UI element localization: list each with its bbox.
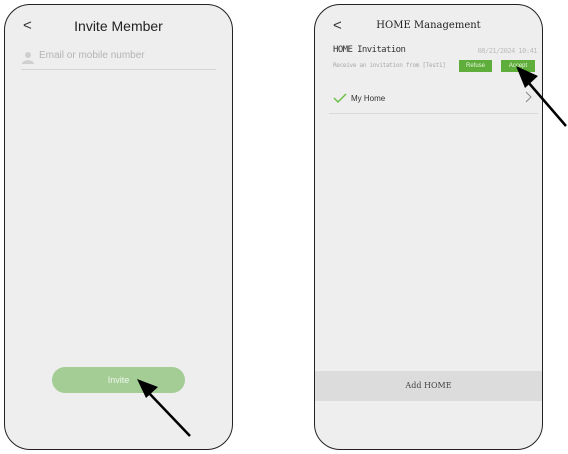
pointer-arrow-icon	[137, 379, 191, 437]
refuse-button[interactable]: Refuse	[459, 60, 492, 72]
invitation-title: HOME Invitation	[333, 45, 406, 55]
email-field-row	[21, 49, 219, 70]
page-title: HOME Management	[376, 20, 481, 31]
pointer-arrow-icon	[516, 66, 567, 127]
invitation-message: Receive an invitation from [Test1]	[333, 62, 446, 69]
invitation-date: 08/21/2024 10:41	[477, 47, 538, 55]
add-home-button[interactable]: Add HOME	[315, 371, 542, 401]
email-input[interactable]	[39, 50, 219, 61]
home-name: My Home	[351, 94, 386, 103]
page-title: Invite Member	[74, 18, 163, 34]
home-list-item[interactable]: My Home	[329, 87, 538, 114]
person-icon	[22, 52, 34, 64]
check-icon	[333, 93, 347, 103]
invite-member-screen: < Invite Member Invite	[4, 4, 233, 450]
